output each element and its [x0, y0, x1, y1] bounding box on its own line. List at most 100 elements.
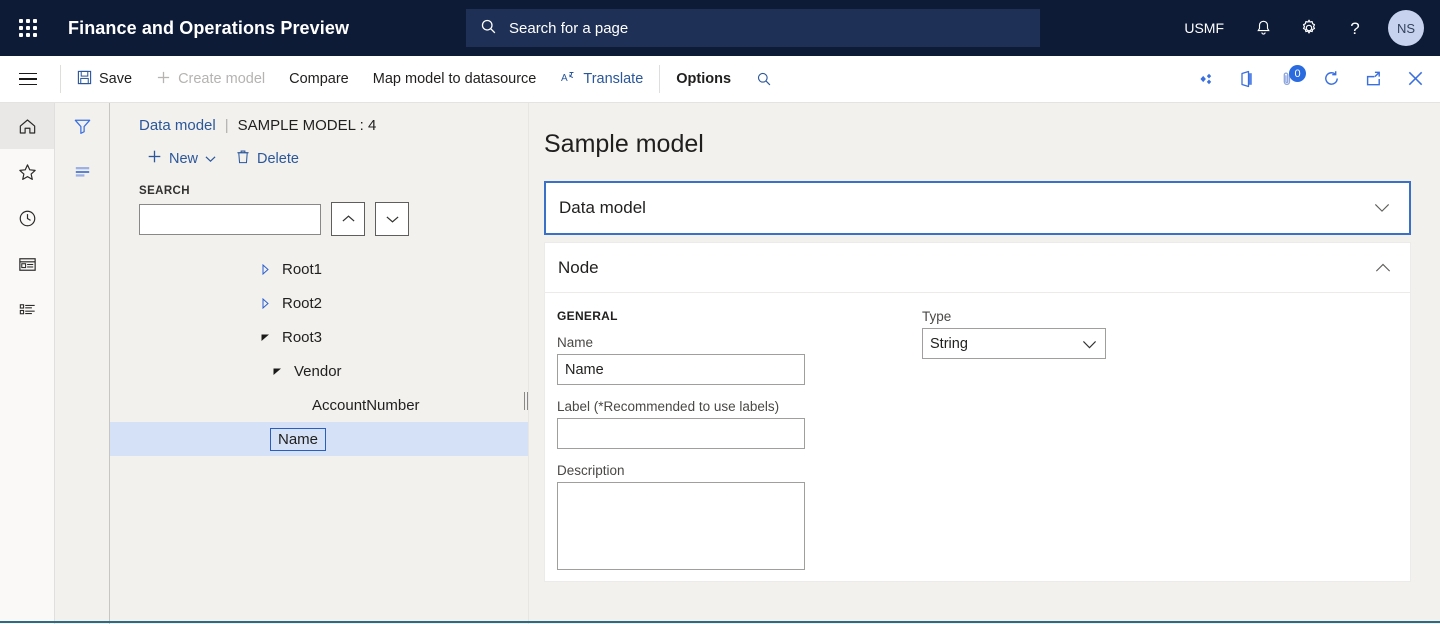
tree-node-name[interactable]: Name — [110, 422, 528, 456]
sidebar-item-favorites[interactable] — [0, 149, 54, 195]
field-name: Name — [557, 335, 865, 385]
tree-node-label: AccountNumber — [312, 397, 420, 414]
top-navigation-right: USMF ? NS — [1168, 0, 1440, 56]
save-icon — [77, 70, 92, 89]
question-mark-icon[interactable]: ? — [1332, 0, 1378, 56]
create-model-label: Create model — [178, 71, 265, 87]
home-icon — [17, 116, 38, 137]
field-description: Description — [557, 463, 865, 573]
gear-icon[interactable] — [1286, 0, 1332, 56]
workspace: Data model | SAMPLE MODEL : 4 New — [110, 103, 1440, 624]
field-label: Label (*Recommended to use labels) — [557, 399, 865, 449]
close-icon[interactable] — [1394, 56, 1436, 101]
popout-icon[interactable] — [1352, 56, 1394, 101]
field-label-label: Label (*Recommended to use labels) — [557, 399, 865, 414]
tree-node-root1[interactable]: Root1 — [110, 252, 528, 286]
bell-icon[interactable] — [1240, 0, 1286, 56]
delete-button[interactable]: Delete — [228, 144, 307, 173]
global-search-placeholder: Search for a page — [509, 20, 628, 37]
field-type: Type String — [922, 309, 1106, 359]
node-form-left-column: GENERAL Name Label (*Recommended to use … — [557, 309, 865, 587]
filter-funnel-icon[interactable] — [55, 103, 109, 149]
section-node-header[interactable]: Node — [545, 243, 1410, 293]
tree-node-label: Root3 — [282, 329, 322, 346]
attachment-icon[interactable]: 0 — [1268, 56, 1310, 101]
create-model-button[interactable]: Create model — [144, 57, 277, 102]
chevron-down-expanded-icon[interactable] — [256, 332, 274, 343]
breadcrumb: Data model | SAMPLE MODEL : 4 — [110, 103, 528, 134]
chevron-up-icon[interactable] — [1375, 258, 1391, 278]
label-input[interactable] — [557, 418, 805, 449]
chevron-down-expanded-icon[interactable] — [268, 366, 286, 377]
flow-icon[interactable] — [1184, 56, 1226, 101]
search-icon — [480, 18, 497, 38]
app-root: Finance and Operations Preview Search fo… — [0, 0, 1440, 623]
company-selector[interactable]: USMF — [1168, 0, 1240, 56]
compare-button[interactable]: Compare — [277, 57, 361, 102]
app-launcher-icon[interactable] — [0, 0, 56, 56]
favorites-star-icon — [17, 162, 38, 183]
node-form-right-column: Type String — [922, 309, 1106, 587]
search-input[interactable] — [139, 204, 321, 235]
trash-icon — [236, 149, 250, 168]
sidebar-item-modules[interactable] — [0, 287, 54, 333]
command-bar-right-icons: 0 — [1184, 56, 1436, 101]
tree-node-vendor[interactable]: Vendor — [110, 354, 528, 388]
search-section-label: SEARCH — [110, 173, 528, 202]
hamburger-icon[interactable] — [0, 57, 56, 102]
search-row — [110, 202, 528, 236]
refresh-icon[interactable] — [1310, 56, 1352, 101]
breadcrumb-link-data-model[interactable]: Data model — [139, 117, 216, 134]
sidebar-item-workspaces[interactable] — [0, 241, 54, 287]
section-data-model[interactable]: Data model — [544, 181, 1411, 235]
chevron-down-icon — [205, 151, 216, 167]
office-app-icon[interactable] — [1226, 56, 1268, 101]
sidebar-item-home[interactable] — [0, 103, 54, 149]
svg-text:?: ? — [1350, 19, 1359, 38]
tree-node-label: Root2 — [282, 295, 322, 312]
breadcrumb-divider: | — [225, 117, 229, 134]
new-label: New — [169, 151, 198, 167]
navigation-rail — [0, 103, 55, 624]
top-navigation-bar: Finance and Operations Preview Search fo… — [0, 0, 1440, 56]
new-button[interactable]: New — [139, 144, 224, 173]
search-previous-button[interactable] — [331, 202, 365, 236]
sidebar-item-recent[interactable] — [0, 195, 54, 241]
options-button[interactable]: Options — [664, 57, 743, 102]
search-next-button[interactable] — [375, 202, 409, 236]
field-description-label: Description — [557, 463, 865, 478]
tree-node-accountnumber[interactable]: AccountNumber — [110, 388, 528, 422]
type-select[interactable]: String — [922, 328, 1106, 359]
save-button[interactable]: Save — [65, 57, 144, 102]
section-data-model-header[interactable]: Data model — [546, 183, 1409, 233]
translate-label: Translate — [583, 71, 643, 87]
translate-button[interactable]: A Translate — [548, 57, 655, 102]
tree-pane: Data model | SAMPLE MODEL : 4 New — [110, 103, 528, 624]
delete-label: Delete — [257, 151, 299, 167]
list-lines-icon[interactable] — [55, 149, 109, 195]
description-textarea[interactable] — [557, 482, 805, 570]
tree-node-root3[interactable]: Root3 — [110, 320, 528, 354]
global-search-box[interactable]: Search for a page — [466, 9, 1040, 47]
plus-icon — [156, 70, 171, 89]
save-label: Save — [99, 71, 132, 87]
name-input[interactable] — [557, 354, 805, 385]
avatar[interactable]: NS — [1388, 10, 1424, 46]
modules-list-icon — [17, 300, 38, 321]
command-bar-search-icon[interactable] — [743, 57, 785, 102]
detail-pane: Sample model Data model Node — [529, 103, 1440, 624]
app-title[interactable]: Finance and Operations Preview — [68, 18, 349, 39]
recent-clock-icon — [17, 208, 38, 229]
chevron-right-icon[interactable] — [256, 264, 274, 275]
section-node: Node GENERAL Name — [544, 242, 1411, 582]
section-data-model-title: Data model — [559, 198, 646, 218]
map-model-to-datasource-button[interactable]: Map model to datasource — [361, 57, 549, 102]
chevron-right-icon[interactable] — [256, 298, 274, 309]
page-tools-rail — [55, 103, 110, 624]
translate-icon: A — [560, 69, 576, 89]
command-bar: Save Create model Compare Map model to d… — [0, 56, 1440, 103]
field-type-label: Type — [922, 309, 1106, 324]
tree-node-name-editor[interactable]: Name — [270, 428, 326, 451]
tree-node-root2[interactable]: Root2 — [110, 286, 528, 320]
chevron-down-icon[interactable] — [1374, 198, 1390, 218]
